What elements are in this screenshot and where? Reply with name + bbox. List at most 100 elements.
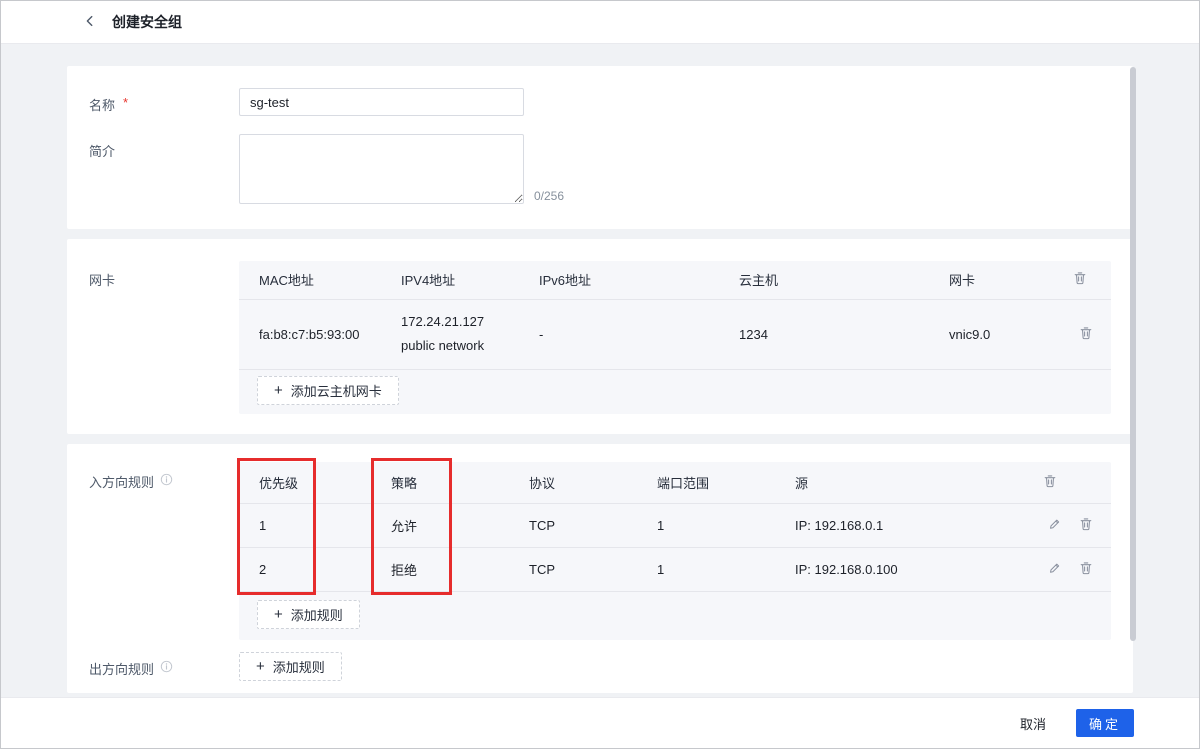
char-counter: 0/256 — [534, 189, 564, 203]
cell-actions — [1021, 548, 1111, 592]
cell-protocol: TCP — [509, 504, 637, 548]
name-input[interactable] — [239, 88, 524, 116]
description-row: 简介 0/256 — [89, 134, 1109, 209]
outbound-label: 出方向规则 — [89, 652, 239, 681]
nic-label-text: 网卡 — [89, 270, 115, 289]
cell-actions — [1051, 299, 1111, 369]
col-actions — [1021, 462, 1111, 504]
trash-icon — [1079, 563, 1093, 578]
description-textarea[interactable] — [239, 134, 524, 204]
footer-bar: 取消 确定 — [1, 697, 1199, 748]
nic-table-row: fa:b8:c7:b5:93:00 172.24.21.127 public n… — [239, 299, 1111, 369]
cell-nic: vnic9.0 — [929, 299, 1051, 369]
inbound-table-header-row: 优先级 策略 协议 端口范围 源 — [239, 462, 1111, 504]
nic-row: 网卡 MAC地址 IPV4地址 — [89, 261, 1109, 414]
trash-icon — [1043, 476, 1057, 491]
trash-icon — [1073, 273, 1087, 288]
create-security-group-page: 创建安全组 名称 * 简介 0/256 — [0, 0, 1200, 749]
delete-all-nics-button[interactable] — [1071, 269, 1089, 290]
col-mac: MAC地址 — [239, 261, 381, 299]
add-outbound-rule-button[interactable]: + 添加规则 — [239, 652, 342, 681]
name-label: 名称 * — [89, 88, 239, 116]
cell-priority: 2 — [239, 548, 371, 592]
main-content: 名称 * 简介 0/256 — [1, 44, 1199, 693]
trash-icon — [1079, 328, 1093, 343]
inbound-label: 入方向规则 — [89, 462, 239, 641]
name-row: 名称 * — [89, 88, 1109, 116]
inbound-row: 入方向规则 优先级 — [89, 462, 1109, 641]
nic-control: MAC地址 IPV4地址 IPv6地址 云主机 网卡 — [239, 261, 1111, 414]
outbound-label-text: 出方向规则 — [89, 659, 154, 678]
cell-source: IP: 192.168.0.100 — [775, 548, 1021, 592]
cell-port-range: 1 — [637, 548, 775, 592]
col-policy: 策略 — [371, 462, 509, 504]
confirm-button[interactable]: 确定 — [1076, 709, 1134, 737]
cell-policy: 拒绝 — [371, 548, 509, 592]
nic-table-panel: MAC地址 IPV4地址 IPv6地址 云主机 网卡 — [239, 261, 1111, 414]
ipv4-network: public network — [401, 334, 519, 358]
rules-card: 入方向规则 优先级 — [67, 444, 1133, 694]
nic-table: MAC地址 IPV4地址 IPv6地址 云主机 网卡 — [239, 261, 1111, 370]
edit-rule-button[interactable] — [1046, 560, 1063, 580]
col-source: 源 — [775, 462, 1021, 504]
description-label-text: 简介 — [89, 141, 115, 160]
col-nic: 网卡 — [929, 261, 1051, 299]
nic-card: 网卡 MAC地址 IPV4地址 — [67, 239, 1133, 434]
col-ipv6: IPv6地址 — [519, 261, 719, 299]
add-inbound-rule-label: 添加规则 — [291, 605, 343, 624]
basic-info-card: 名称 * 简介 0/256 — [67, 66, 1133, 229]
inbound-control: 优先级 策略 协议 端口范围 源 — [239, 462, 1111, 641]
inbound-table-panel: 优先级 策略 协议 端口范围 源 — [239, 462, 1111, 641]
cell-policy: 允许 — [371, 504, 509, 548]
col-ipv4: IPV4地址 — [381, 261, 519, 299]
col-actions — [1051, 261, 1111, 299]
name-label-text: 名称 — [89, 95, 115, 114]
cancel-button[interactable]: 取消 — [1020, 714, 1046, 733]
cell-actions — [1021, 504, 1111, 548]
cell-host: 1234 — [719, 299, 929, 369]
col-protocol: 协议 — [509, 462, 637, 504]
page-title: 创建安全组 — [112, 12, 182, 32]
cell-source: IP: 192.168.0.1 — [775, 504, 1021, 548]
description-label: 简介 — [89, 134, 239, 209]
inbound-rule-row: 2 拒绝 TCP 1 IP: 192.168.0.100 — [239, 548, 1111, 592]
cell-protocol: TCP — [509, 548, 637, 592]
delete-rule-button[interactable] — [1077, 515, 1095, 536]
back-button[interactable] — [81, 12, 99, 33]
inbound-rule-row: 1 允许 TCP 1 IP: 192.168.0.1 — [239, 504, 1111, 548]
vertical-scrollbar-thumb[interactable] — [1130, 67, 1136, 641]
add-nic-button-label: 添加云主机网卡 — [291, 381, 382, 400]
inbound-table: 优先级 策略 协议 端口范围 源 — [239, 462, 1111, 593]
delete-rule-button[interactable] — [1077, 559, 1095, 580]
outbound-control: + 添加规则 — [239, 652, 342, 681]
ipv4-address: 172.24.21.127 — [401, 310, 519, 334]
nic-label: 网卡 — [89, 261, 239, 414]
add-outbound-rule-label: 添加规则 — [273, 657, 325, 676]
add-nic-button[interactable]: +添加云主机网卡 — [257, 376, 399, 405]
info-icon[interactable] — [160, 660, 173, 676]
pencil-icon — [1048, 519, 1061, 534]
info-icon[interactable] — [160, 473, 173, 489]
cell-priority: 1 — [239, 504, 371, 548]
nic-table-header-row: MAC地址 IPV4地址 IPv6地址 云主机 网卡 — [239, 261, 1111, 299]
delete-nic-button[interactable] — [1077, 324, 1095, 345]
pencil-icon — [1048, 563, 1061, 578]
cell-port-range: 1 — [637, 504, 775, 548]
name-control — [239, 88, 524, 116]
add-inbound-rule-button[interactable]: + 添加规则 — [257, 600, 360, 629]
topbar: 创建安全组 — [1, 1, 1199, 44]
outbound-row: 出方向规则 + 添加规则 — [89, 652, 1109, 681]
plus-icon: + — [274, 607, 283, 622]
edit-rule-button[interactable] — [1046, 516, 1063, 536]
required-asterisk: * — [123, 95, 128, 110]
plus-icon: + — [256, 659, 265, 674]
delete-all-rules-button[interactable] — [1041, 472, 1059, 493]
col-priority: 优先级 — [239, 462, 371, 504]
cell-ipv6: - — [519, 299, 719, 369]
col-port-range: 端口范围 — [637, 462, 775, 504]
chevron-left-icon — [83, 14, 97, 31]
description-control: 0/256 — [239, 134, 524, 209]
col-host: 云主机 — [719, 261, 929, 299]
inbound-label-text: 入方向规则 — [89, 472, 154, 491]
cell-mac: fa:b8:c7:b5:93:00 — [239, 299, 381, 369]
